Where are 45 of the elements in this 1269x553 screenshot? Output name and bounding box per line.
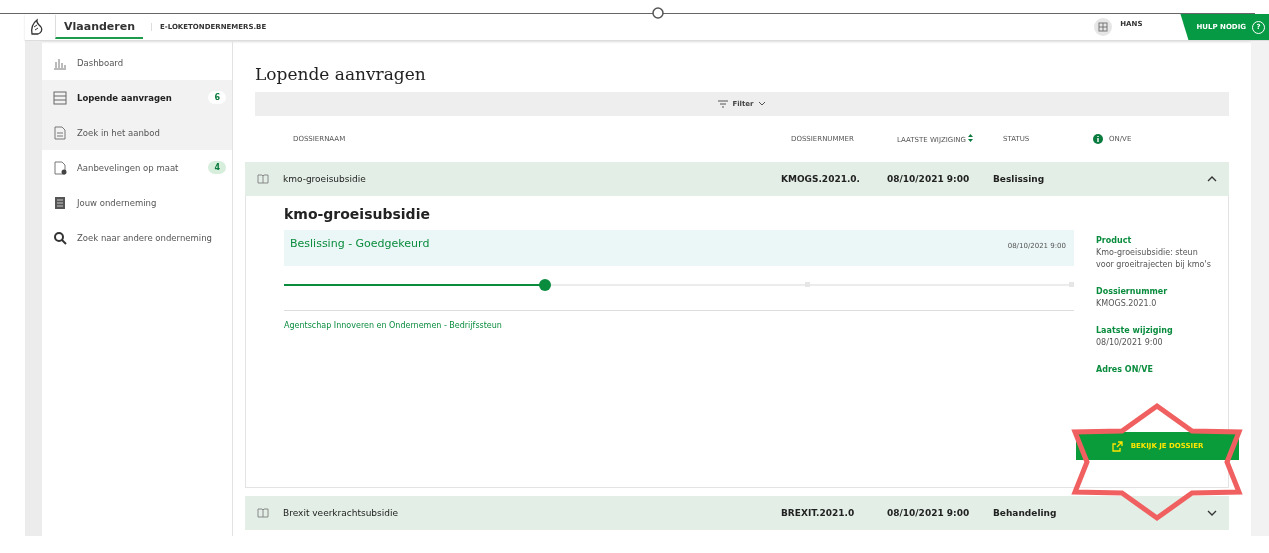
table-cell-text: BREXIT.2021.0: [781, 508, 856, 518]
sidebar-item[interactable]: Aanbevelingen op maat 4: [42, 150, 232, 185]
chevron-down-icon[interactable]: [1207, 510, 1217, 516]
table-cell-text: 08/10/2021 9:00: [887, 174, 971, 184]
table-row[interactable]: kmo-groeisubsidie KMOGS.2021.0. 08/10/2021 9:00 Beslissing: [245, 162, 1229, 196]
fact-label: Dossiernummer: [1096, 287, 1169, 296]
chevron-down-icon: [757, 101, 766, 107]
filter-icon: [718, 100, 729, 108]
search-icon: [53, 230, 67, 245]
fact-value: 08/10/2021 9:00: [1096, 337, 1164, 349]
document-icon: [53, 160, 67, 175]
book-icon: [257, 508, 269, 518]
sidebar-item[interactable]: Dashboard: [42, 45, 232, 80]
status-title: Beslissing - Goedgekeurd: [290, 237, 430, 250]
table-cell-text: 08/10/2021 9:00: [887, 508, 971, 518]
resize-handle-icon: [651, 6, 665, 20]
fact-label: Adres ON/VE: [1096, 365, 1154, 374]
document-icon: [53, 125, 67, 140]
table-row[interactable]: Brexit veerkrachtsubsidie BREXIT.2021.0 08/10/2021 9:00 Behandeling: [245, 496, 1229, 530]
detail-title: kmo-groeisubsidie: [284, 206, 431, 222]
agency-name: Agentschap Innoveren en Ondernemen - Bedrijfssteun: [284, 310, 1074, 330]
table-cell-text: Beslissing: [993, 174, 1046, 184]
chevron-up-icon[interactable]: [1207, 176, 1217, 182]
brand-name[interactable]: Vlaanderen: [55, 15, 143, 39]
building-icon: [53, 195, 67, 210]
sidebar-item[interactable]: Zoek naar andere onderneming: [42, 220, 232, 255]
list-icon: [53, 90, 67, 105]
table-cell-text: Behandeling: [993, 508, 1058, 518]
fact-value: Kmo-groeisubsidie: steun voor groeitrajecten bij kmo's: [1096, 247, 1212, 271]
info-icon: [1093, 134, 1103, 144]
fact-label: Laatste wijziging: [1096, 326, 1174, 335]
sidebar-item[interactable]: Jouw onderneming: [42, 185, 232, 220]
fact-value: KMOGS.2021.0: [1096, 298, 1158, 310]
book-icon: [257, 174, 269, 184]
table-cell-text: kmo-groeisubsidie: [282, 174, 367, 184]
table-cell-text: Brexit veerkrachtsubsidie: [282, 508, 400, 518]
table-cell-text: KMOGS.2021.0.: [781, 174, 862, 184]
page-title: Lopende aanvragen: [255, 64, 427, 84]
sidebar-item[interactable]: Lopende aanvragen 6: [42, 80, 232, 115]
sidebar-item[interactable]: Zoek in het aanbod: [42, 115, 232, 150]
user-avatar-icon[interactable]: [1094, 18, 1113, 36]
progress-dot: [538, 279, 551, 291]
external-link-icon: [1111, 440, 1123, 452]
sort-icon[interactable]: [968, 134, 974, 142]
fact-label: Product: [1096, 236, 1133, 245]
